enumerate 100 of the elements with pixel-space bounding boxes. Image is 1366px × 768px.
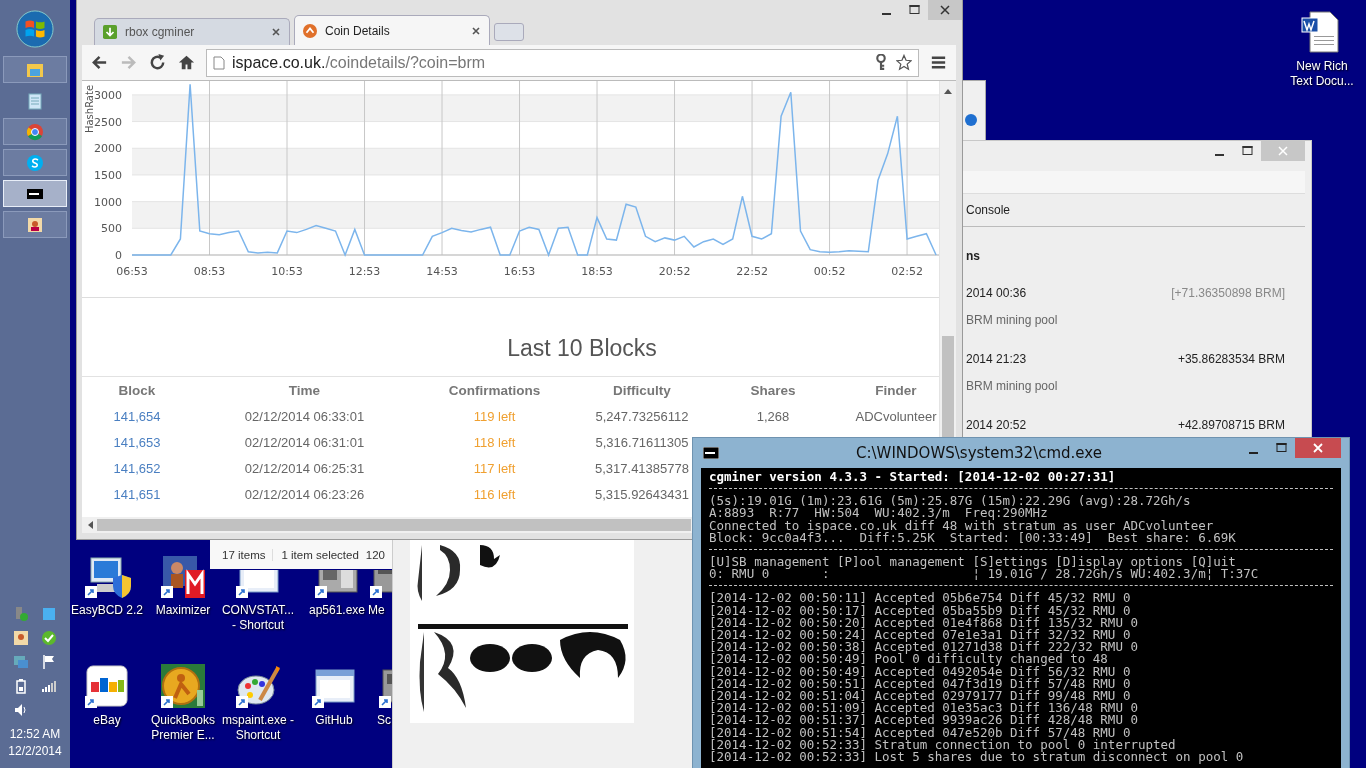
axis-label: 500 [101,222,122,236]
console-line: [2014-12-02 00:50:24] Accepted 07e1e3a1 Diff 32/32 RMU 0 [709,629,1131,642]
icon-label[interactable]: CONVSTAT... - Shortcut [220,603,296,633]
icon-label[interactable]: Sc [377,713,391,728]
block-link[interactable]: 141,653 [82,434,192,450]
icon-label[interactable]: New Rich Text Docu... [1287,59,1357,89]
table-cell-text: 02/12/2014 06:25:31 [243,460,366,476]
window-title: C:\WINDOWS\system32\cmd.exe [855,444,1103,462]
console-line: [2014-12-02 00:50:51] Accepted 047f3d19 Diff 57/48 RMU 0 [709,677,1132,691]
back-icon[interactable] [90,53,109,72]
maximize-icon [1241,146,1253,156]
notepad-icon [25,90,45,111]
scrollbar-thumb[interactable] [942,336,954,437]
transaction-amount: [+71.36350898 BRM] [1171,286,1285,300]
icon-label[interactable]: QuickBooks Premier E... [145,713,221,743]
reload-icon[interactable] [148,53,167,72]
axis-label: 10:53 [271,265,303,278]
close-icon[interactable] [471,25,481,36]
icon-label[interactable]: GitHub [315,713,353,728]
console-line: Connected to ispace.co.uk diff 48 with stratum as user ADCvolunteer [709,519,1215,532]
close-button[interactable] [928,0,962,20]
key-icon[interactable] [873,54,889,71]
scroll-up-icon[interactable] [944,88,952,94]
icon-label[interactable]: eBay [93,713,121,728]
signal-icon[interactable] [41,678,57,694]
section-heading: ns [966,249,981,263]
block-link[interactable]: 141,652 [82,460,192,476]
console-line: A:8893 R:77 HW:504 WU:402.3/m Freq:290MHz [709,507,1048,520]
axis-label: 20:52 [658,265,691,278]
table-cell-text: 5,247.73256112 [594,408,690,424]
minimize-icon [881,13,891,15]
icon-label[interactable]: ap561.exe [308,603,366,618]
check-icon[interactable] [41,630,57,646]
axis-label: 1000 [94,195,122,209]
block-link[interactable]: 141,654 [82,408,192,424]
axis-label: 08:53 [193,265,226,278]
icon-label[interactable]: EasyBCD 2.2 [71,603,143,618]
axis-label: 00:52 [813,265,846,278]
start-button[interactable] [16,10,54,48]
table-cell-text: 117 left [472,460,517,476]
minimize-icon [1248,451,1258,454]
browser-tab[interactable]: Coin Details [294,15,490,45]
column-header: Time [287,382,322,398]
scroll-left-icon[interactable] [87,521,93,529]
maximize-icon [1275,443,1287,453]
speaker-icon[interactable] [13,702,29,718]
table-cell-text: 1,268 [755,408,791,424]
browser-tab[interactable]: rbox cgminer [94,18,290,45]
star-icon[interactable] [896,54,912,71]
icon-label[interactable]: Me [368,603,385,618]
clock-date[interactable]: 12/2/2014 [8,743,62,760]
flag-icon[interactable] [41,654,57,670]
console-line: [2014-12-02 00:51:54] Accepted 047e520b Diff 57/48 RMU 0 [709,726,1131,739]
scrollbar-thumb[interactable] [97,519,691,531]
home-icon[interactable] [177,53,196,72]
selection-size: 120 [365,548,385,561]
console-line: cgminer version 4.3.3 - Started: [2014-12-02 00:27:31] [709,471,1117,486]
console-line: [2014-12-02 00:50:49] Pool 0 difficulty changed to 48 [709,653,1109,666]
shopping-icon[interactable] [83,662,131,710]
column-header: Finder [874,382,918,398]
transaction-date: 2014 21:23 [966,352,1027,366]
transaction-date: 2014 20:52 [966,418,1027,432]
axis-title: HashRate [84,84,95,134]
icon-label[interactable]: mspaint.exe - Shortcut [220,713,296,743]
transaction-amount: +42.89708715 BRM [1177,418,1285,432]
close-icon [940,5,950,15]
address-bar[interactable]: ispace.co.uk./coindetails/?coin=brm [206,48,919,77]
console-line: [2014-12-02 00:51:04] Accepted 02979177 Diff 99/48 RMU 0 [709,690,1131,703]
console-line: [2014-12-02 00:50:38] Accepted 01271d38 Diff 222/32 RMU 0 [709,641,1139,654]
console-tab[interactable]: Console [966,203,1011,217]
block-link[interactable]: 141,651 [82,486,192,502]
transaction-amount: +35.86283534 BRM [1177,352,1285,366]
battery-icon[interactable] [13,678,29,694]
close-button[interactable] [1295,438,1341,458]
table-cell-text: 118 left [472,434,517,450]
column-header: Shares [749,382,797,398]
axis-label: 06:53 [116,265,148,278]
axis-label: 1500 [94,168,122,182]
section-heading: Last 10 Blocks [507,335,657,362]
selection-count: 1 item selected [272,548,359,561]
console-line: [2014-12-02 00:50:49] Accepted 0492054e Diff 56/32 RMU 0 [709,665,1132,678]
console-line: [2014-12-02 00:52:33] Lost 5 shares due to stratum disconnect on pool 0 [709,751,1245,764]
console-line: Block: 9cc0a4f3... Diff:5.25K Started: [00:33:49] Best share: 6.69K [709,531,1237,544]
console-line: [U]SB management [P]ool management [S]ettings [D]isplay options [Q]uit [709,556,1237,569]
table-cell-text: 116 left [472,486,517,502]
close-icon [1278,146,1288,156]
close-icon [1313,443,1323,453]
table-cell-text: 5,317.41385778 [594,460,690,476]
transaction-note: BRM mining pool [966,313,1059,327]
coin-icon[interactable] [159,662,207,710]
table-cell-text: 5,316.71611305 [594,434,690,450]
console-line: 0: RMU 0 : ¦ 19.01G / 28.72Gh/s WU:402.3/m¦ T:37C [709,568,1260,581]
axis-label: 18:53 [581,265,613,278]
icon-label[interactable]: Maximizer [155,603,211,618]
console-line: [2014-12-02 00:50:17] Accepted 05ba55b9 Diff 45/32 RMU 0 [709,604,1132,617]
close-icon[interactable] [271,27,281,37]
column-header: Confirmations [447,382,542,398]
console-line: (5s):19.01G (1m):23.61G (5m):25.87G (15m):22.29G (avg):28.72Gh/s [709,495,1192,508]
axis-label: 2000 [94,142,122,156]
clock-time[interactable]: 12:52 AM [9,726,61,743]
